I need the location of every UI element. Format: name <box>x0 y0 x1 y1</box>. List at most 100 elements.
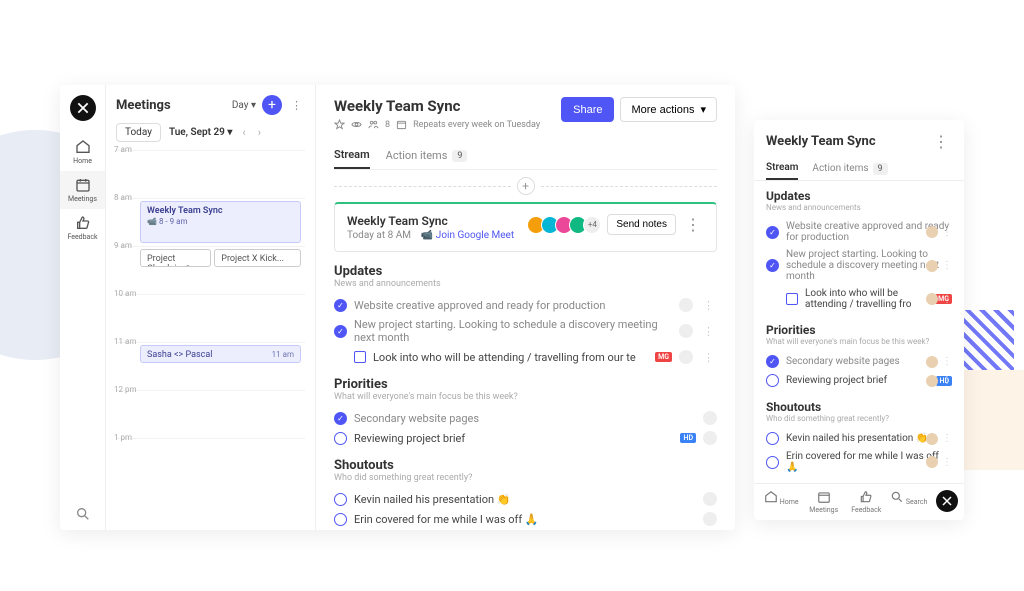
list-item[interactable]: Kevin nailed his presentation 👏 ⋮ <box>766 429 952 448</box>
nav-search[interactable] <box>60 500 105 530</box>
scroll-body[interactable]: Updates News and announcements Website c… <box>754 181 964 483</box>
event-title: Project X Kick... <box>221 254 284 264</box>
list-item[interactable]: New project starting. Looking to schedul… <box>766 246 952 285</box>
section-subtitle: What will everyone's main focus be this … <box>766 337 952 346</box>
circle-icon[interactable] <box>766 456 779 469</box>
list-item[interactable]: Website creative approved and ready for … <box>334 295 717 315</box>
list-item[interactable]: Reviewing project brief HD <box>334 428 717 448</box>
more-actions-button[interactable]: More actions ▾ <box>620 97 717 122</box>
people-icon[interactable] <box>368 119 379 130</box>
nav-rail: Home Meetings Feedback <box>60 85 106 530</box>
send-notes-button[interactable]: Send notes <box>607 214 676 235</box>
assignee-avatar[interactable] <box>679 298 693 312</box>
kebab-icon[interactable]: ⋮ <box>942 457 952 468</box>
event-time: 9 am <box>186 264 204 267</box>
list-item[interactable]: Website creative approved and ready for … <box>766 218 952 246</box>
bg-block <box>964 370 1024 470</box>
event-kickoff[interactable]: Project X Kick... <box>214 249 301 267</box>
list-item[interactable]: Kevin nailed his presentation 👏 <box>334 489 717 509</box>
circle-icon[interactable] <box>334 513 347 526</box>
check-icon[interactable] <box>334 299 347 312</box>
kebab-icon[interactable]: ⋮ <box>700 325 717 338</box>
list-item[interactable]: New project starting. Looking to schedul… <box>334 315 717 347</box>
assignee-avatar[interactable] <box>703 492 717 506</box>
tab-action-items[interactable]: Action items 9 <box>386 142 468 169</box>
event-sasha[interactable]: Sasha <> Pascal 11 am <box>140 345 301 363</box>
kebab-icon[interactable]: ⋮ <box>942 260 952 271</box>
star-icon[interactable] <box>334 119 345 130</box>
nav-home[interactable]: Home <box>60 133 105 171</box>
nav-meetings[interactable]: Meetings <box>803 490 846 514</box>
tab-stream[interactable]: Stream <box>334 142 370 169</box>
assignee-avatar[interactable] <box>703 431 717 445</box>
share-button[interactable]: Share <box>561 97 614 122</box>
tab-action-items[interactable]: Action items 9 <box>812 157 887 180</box>
kebab-icon[interactable]: ⋮ <box>942 227 952 238</box>
assignee-avatar[interactable] <box>703 411 717 425</box>
checkbox[interactable] <box>786 293 798 305</box>
assignee-avatar[interactable] <box>703 512 717 526</box>
circle-icon[interactable] <box>766 374 779 387</box>
assignee-avatar[interactable] <box>679 324 693 338</box>
item-text: Erin covered for me while I was off 🙏 <box>354 513 696 526</box>
check-icon[interactable] <box>766 226 779 239</box>
tab-stream[interactable]: Stream <box>766 157 798 180</box>
checkbox[interactable] <box>354 351 366 363</box>
nav-meetings[interactable]: Meetings <box>60 171 105 209</box>
kebab-icon[interactable]: ⋮ <box>942 433 952 444</box>
kebab-icon[interactable]: ⋮ <box>700 351 717 364</box>
current-date[interactable]: Tue, Sept 29 ▾ <box>169 127 232 138</box>
event-checkin[interactable]: Project Check-in 9 am <box>140 249 211 267</box>
logo-icon[interactable] <box>936 490 958 512</box>
next-day-icon[interactable]: › <box>256 126 263 139</box>
kebab-icon[interactable]: ⋮ <box>942 375 952 386</box>
assignee-avatar[interactable] <box>926 456 938 468</box>
hour-label: 12 pm <box>114 385 136 394</box>
kebab-icon[interactable]: ⋮ <box>930 132 952 151</box>
kebab-icon[interactable]: ⋮ <box>942 356 952 367</box>
view-toggle[interactable]: Day ▾ <box>232 100 256 111</box>
event-title: Weekly Team Sync <box>147 206 294 216</box>
event-title: Project Check-in <box>147 254 182 267</box>
assignee-avatar[interactable] <box>926 356 938 368</box>
circle-icon[interactable] <box>766 432 779 445</box>
kebab-icon[interactable]: ⋮ <box>700 299 717 312</box>
nav-feedback[interactable]: Feedback <box>845 490 888 514</box>
assignee-avatar[interactable] <box>926 226 938 238</box>
assignee-avatar[interactable] <box>679 350 693 364</box>
nav-search[interactable]: Search <box>888 490 931 514</box>
assignee-avatar[interactable] <box>926 293 938 305</box>
list-item[interactable]: Reviewing project brief HD ⋮ <box>766 371 952 390</box>
section-title: Shoutouts <box>766 400 952 414</box>
kebab-icon[interactable]: ⋮ <box>288 99 305 112</box>
list-item[interactable]: Secondary website pages <box>334 408 717 428</box>
list-subitem[interactable]: Look into who will be attending / travel… <box>334 347 717 367</box>
prev-day-icon[interactable]: ‹ <box>240 126 247 139</box>
kebab-icon[interactable]: ⋮ <box>942 294 952 305</box>
list-item[interactable]: Erin covered for me while I was off 🙏 <box>334 509 717 529</box>
list-item[interactable]: Erin covered for me while I was off 🙏 ⋮ <box>766 448 952 476</box>
event-weekly-sync[interactable]: Weekly Team Sync 📹 8 - 9 am <box>140 201 301 243</box>
assignee-avatar[interactable] <box>926 433 938 445</box>
avatar-more[interactable]: +4 <box>583 216 601 234</box>
circle-icon[interactable] <box>334 432 347 445</box>
eye-icon[interactable] <box>351 119 362 130</box>
nav-home[interactable]: Home <box>760 490 803 514</box>
logo-icon[interactable] <box>70 95 96 121</box>
list-item[interactable]: Secondary website pages ⋮ <box>766 352 952 371</box>
assignee-avatar[interactable] <box>926 375 938 387</box>
check-icon[interactable] <box>334 325 347 338</box>
nav-feedback[interactable]: Feedback <box>60 209 105 247</box>
avatars[interactable]: +4 <box>531 216 601 234</box>
add-divider-button[interactable]: + <box>517 177 535 195</box>
assignee-avatar[interactable] <box>926 260 938 272</box>
list-subitem[interactable]: Look into who will be attending / travel… <box>766 285 952 313</box>
check-icon[interactable] <box>334 412 347 425</box>
circle-icon[interactable] <box>334 493 347 506</box>
today-button[interactable]: Today <box>116 123 161 142</box>
check-icon[interactable] <box>766 259 779 272</box>
kebab-icon[interactable]: ⋮ <box>682 215 704 234</box>
join-call-link[interactable]: 📹 Join Google Meet <box>421 230 514 241</box>
add-button[interactable]: + <box>262 95 282 115</box>
check-icon[interactable] <box>766 355 779 368</box>
